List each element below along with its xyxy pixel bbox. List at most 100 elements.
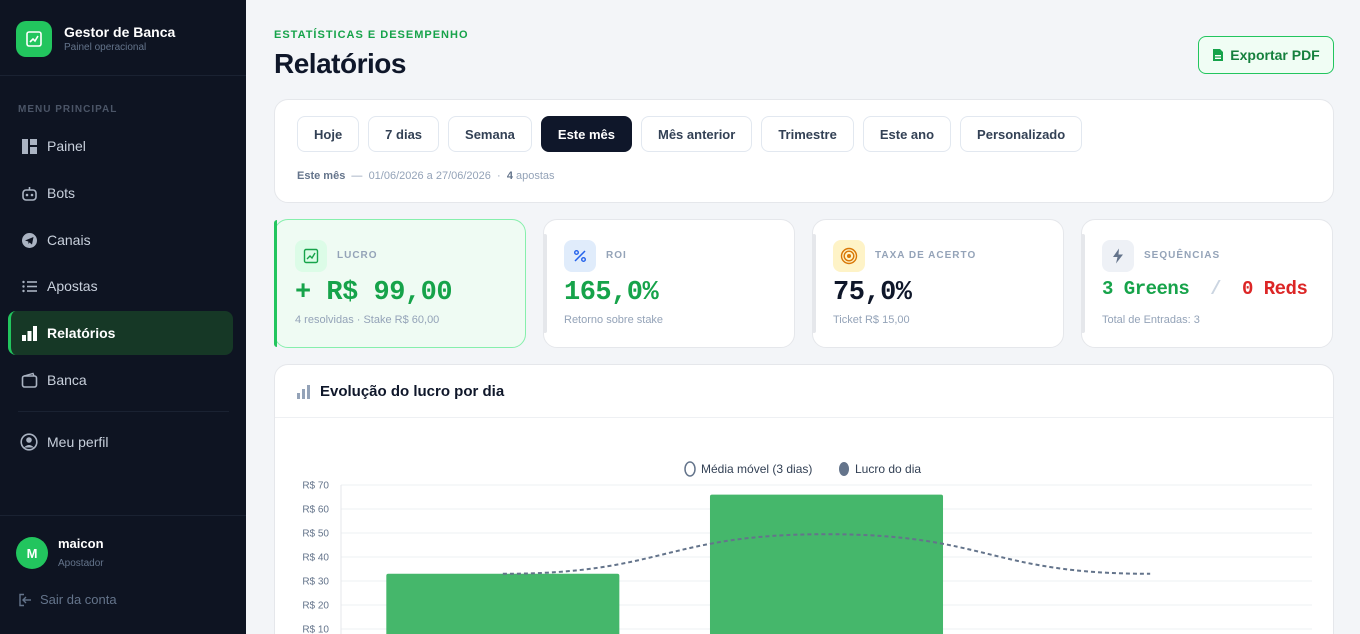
page-title: Relatórios [274, 48, 406, 79]
sidebar-item-profile[interactable]: Meu perfil [8, 420, 233, 464]
sidebar-item-label: Banca [47, 372, 87, 388]
legend-marker-moving-average [684, 461, 696, 477]
stat-value: 165,0% [564, 278, 659, 308]
stat-label: TAXA DE ACERTO [875, 250, 977, 261]
period-filter-card: Hoje 7 dias Semana Este mês Mês anterior… [274, 99, 1334, 203]
target-icon [833, 240, 865, 272]
percent-icon [564, 240, 596, 272]
y-tick-label: R$ 20 [302, 601, 329, 612]
sidebar-item-relatorios[interactable]: Relatórios [8, 311, 233, 355]
divider [0, 515, 246, 516]
dashboard-icon [20, 137, 38, 155]
stat-card-sequencias: SEQUÊNCIAS 3 Greens / 0 Reds Total de En… [1081, 219, 1333, 348]
lightning-icon [1102, 240, 1134, 272]
user-card[interactable]: M maicon Apostador [16, 535, 104, 571]
chip-este-mes[interactable]: Este mês [540, 116, 632, 152]
trending-up-icon [16, 21, 52, 57]
range-dates: 01/06/2026 a 27/06/2026 [368, 170, 491, 182]
logout-link[interactable]: Sair da conta [18, 592, 117, 607]
sidebar-item-label: Relatórios [47, 325, 116, 341]
stat-foot: Ticket R$ 15,00 [833, 314, 910, 326]
legend-label: Lucro do dia [855, 462, 921, 476]
brand-subtitle: Painel operacional [64, 42, 147, 53]
sequence-separator: / [1210, 278, 1222, 300]
telegram-icon [20, 231, 38, 249]
menu-heading: MENU PRINCIPAL [18, 104, 118, 115]
bar [709, 494, 944, 634]
stat-label: LUCRO [337, 250, 378, 261]
y-tick-label: R$ 40 [302, 553, 329, 564]
greens-count: 3 Greens [1102, 278, 1190, 300]
stat-card-roi: ROI 165,0% Retorno sobre stake [543, 219, 795, 348]
stat-label: ROI [606, 250, 627, 261]
profit-chart-card: Evolução do lucro por dia R$ 10 R$ 20 R$ 3… [274, 364, 1334, 634]
stat-foot: 4 resolvidas · Stake R$ 60,00 [295, 314, 440, 326]
sidebar-item-label: Apostas [47, 278, 98, 294]
chip-personalizado[interactable]: Personalizado [960, 116, 1083, 152]
stat-label: SEQUÊNCIAS [1144, 250, 1221, 261]
range-dot: · [493, 170, 504, 182]
reds-count: 0 Reds [1241, 278, 1308, 300]
export-pdf-button[interactable]: Exportar PDF [1198, 36, 1334, 74]
list-icon [20, 277, 38, 295]
y-tick-label: R$ 10 [302, 625, 329, 634]
main-content: ESTATÍSTICAS E DESEMPENHO Relatórios Exp… [246, 0, 1360, 634]
accent-bar [543, 234, 547, 333]
range-dash: — [348, 170, 366, 182]
stat-value: + R$ 99,00 [295, 278, 453, 308]
bar [386, 573, 620, 634]
stat-card-lucro: LUCRO + R$ 99,00 4 resolvidas · Stake R$… [274, 219, 526, 348]
logout-icon [18, 593, 32, 607]
y-tick-label: R$ 50 [302, 529, 329, 540]
sidebar-item-bots[interactable]: Bots [8, 171, 233, 215]
page-kicker: ESTATÍSTICAS E DESEMPENHO [274, 29, 469, 41]
bar-chart-icon [20, 324, 38, 342]
sidebar-item-label: Canais [47, 232, 91, 248]
chip-semana[interactable]: Semana [448, 116, 532, 152]
export-pdf-label: Exportar PDF [1230, 47, 1320, 63]
user-circle-icon [20, 433, 38, 451]
stat-foot: Retorno sobre stake [564, 314, 664, 326]
sidebar-item-canais[interactable]: Canais [8, 218, 233, 262]
brand[interactable]: Gestor de Banca Painel operacional [16, 21, 175, 57]
stat-value: 75,0% [833, 278, 912, 308]
legend-label: Média móvel (3 dias) [701, 462, 812, 476]
divider [18, 411, 229, 412]
sidebar-item-apostas[interactable]: Apostas [8, 264, 233, 308]
sidebar-item-painel[interactable]: Painel [8, 124, 233, 168]
y-tick-label: R$ 70 [302, 481, 329, 492]
bot-icon [20, 184, 38, 202]
avatar: M [16, 537, 48, 569]
stat-value: 3 Greens / 0 Reds [1102, 278, 1308, 300]
stat-card-taxa-acerto: TAXA DE ACERTO 75,0% Ticket R$ 15,00 [812, 219, 1064, 348]
accent-bar [274, 220, 277, 347]
sidebar-item-label: Bots [47, 185, 76, 201]
user-role: Apostador [58, 558, 104, 569]
wallet-icon [20, 371, 38, 389]
stat-foot: Total de Entradas: 3 [1102, 314, 1200, 326]
period-chips: Hoje 7 dias Semana Este mês Mês anterior… [297, 116, 1091, 152]
range-summary: Este mês — 01/06/2026 a 27/06/2026 · 4 a… [297, 170, 555, 182]
y-tick-label: R$ 30 [302, 577, 329, 588]
sidebar-item-banca[interactable]: Banca [8, 358, 233, 402]
sidebar-item-label: Meu perfil [47, 434, 109, 450]
profit-chart: R$ 10 R$ 20 R$ 30 R$ 40 R$ 50 R$ 60 R$ 70 Média… [302, 461, 1312, 634]
range-name: Este mês [297, 170, 346, 182]
pdf-file-icon [1212, 48, 1224, 62]
trending-up-icon [295, 240, 327, 272]
range-count-label: apostas [516, 170, 555, 182]
chip-hoje[interactable]: Hoje [297, 116, 360, 152]
divider [0, 75, 246, 76]
sidebar-item-label: Painel [47, 138, 86, 154]
logout-label: Sair da conta [40, 592, 117, 607]
chip-trimestre[interactable]: Trimestre [761, 116, 854, 152]
range-count: 4 [506, 170, 513, 182]
chip-este-ano[interactable]: Este ano [862, 116, 952, 152]
chip-7-dias[interactable]: 7 dias [368, 116, 440, 152]
brand-title: Gestor de Banca [64, 24, 176, 40]
y-tick-label: R$ 60 [302, 505, 329, 516]
chip-mes-anterior[interactable]: Mês anterior [641, 116, 753, 152]
sidebar: Gestor de Banca Painel operacional MENU … [0, 0, 246, 634]
accent-bar [812, 234, 816, 333]
legend-marker-daily-profit [839, 462, 849, 476]
